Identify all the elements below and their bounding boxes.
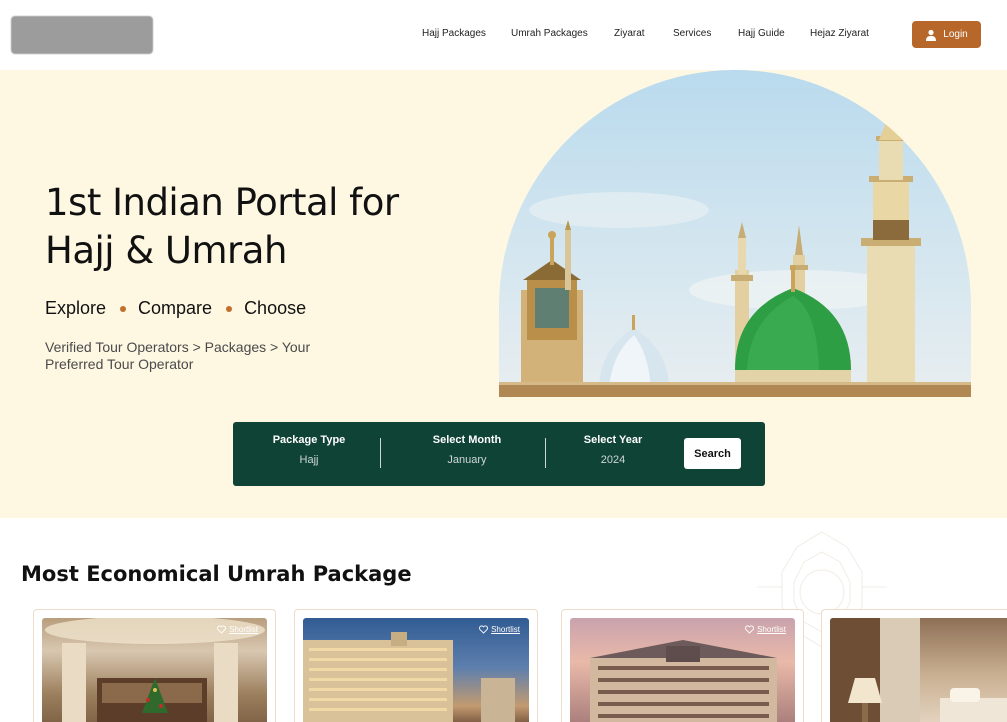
shortlist-label: Shortlist (491, 625, 520, 634)
site-header: Hajj Packages Umrah Packages Ziyarat Ser… (0, 0, 1007, 70)
divider (380, 438, 381, 468)
package-image: Shortlist (42, 618, 267, 722)
package-image: Shortlist (570, 618, 795, 722)
hero-title: 1st Indian Portal for Hajj & Umrah (45, 179, 399, 275)
hero-mosque-image (499, 70, 971, 397)
heart-icon (479, 625, 489, 634)
month-select[interactable]: Select Month January (427, 434, 507, 466)
year-label: Select Year (583, 434, 643, 446)
hero-subline: Verified Tour Operators > Packages > You… (45, 339, 311, 372)
shortlist-label: Shortlist (229, 625, 258, 634)
divider (545, 438, 546, 468)
package-type-value: Hajj (299, 454, 319, 466)
login-button[interactable]: Login (912, 21, 981, 48)
package-type-label: Package Type (272, 434, 346, 446)
package-image (830, 618, 1007, 722)
tagline-explore: Explore (45, 298, 107, 318)
year-value: 2024 (600, 454, 626, 466)
package-card[interactable]: Shortlist (33, 609, 276, 722)
month-label: Select Month (432, 434, 502, 446)
bullet-dot (226, 305, 233, 312)
hero-title-line1: 1st Indian Portal for (45, 181, 399, 224)
hotel-room-image (830, 618, 1007, 722)
nav-ziyarat[interactable]: Ziyarat (614, 28, 645, 39)
package-search-bar: Package Type Hajj Select Month January S… (233, 422, 765, 486)
tagline-choose: Choose (244, 298, 307, 318)
nav-services[interactable]: Services (673, 28, 711, 39)
main-nav: Hajj Packages Umrah Packages Ziyarat Ser… (0, 28, 1007, 42)
nav-umrah-packages[interactable]: Umrah Packages (511, 28, 588, 39)
packages-section-title: Most Economical Umrah Package (21, 562, 412, 586)
package-image: Shortlist (303, 618, 529, 722)
hero-title-line2: Hajj & Umrah (45, 229, 287, 272)
title-prefix: Most (21, 562, 79, 586)
bullet-dot (120, 305, 127, 312)
heart-icon (745, 625, 755, 634)
month-value: January (447, 454, 487, 466)
shortlist-button[interactable]: Shortlist (479, 625, 520, 634)
title-bold: Economical Umrah (86, 562, 306, 586)
hero-section: 1st Indian Portal for Hajj & Umrah Explo… (0, 70, 1007, 518)
shortlist-button[interactable]: Shortlist (745, 625, 786, 634)
nav-hejaz-ziyarat[interactable]: Hejaz Ziyarat (810, 28, 869, 39)
user-icon (926, 29, 937, 41)
search-button[interactable]: Search (684, 438, 741, 469)
mosque-illustration (499, 100, 971, 397)
package-type-select[interactable]: Package Type Hajj (271, 434, 347, 466)
package-card[interactable] (821, 609, 1007, 722)
package-card[interactable]: Shortlist (294, 609, 538, 722)
shortlist-button[interactable]: Shortlist (217, 625, 258, 634)
title-suffix: Package (312, 562, 412, 586)
tagline-compare: Compare (138, 298, 213, 318)
nav-hajj-packages[interactable]: Hajj Packages (422, 28, 486, 39)
shortlist-label: Shortlist (757, 625, 786, 634)
login-label: Login (943, 29, 968, 40)
year-select[interactable]: Select Year 2024 (579, 434, 647, 466)
heart-icon (217, 625, 227, 634)
nav-hajj-guide[interactable]: Hajj Guide (738, 28, 785, 39)
hero-tagline: Explore Compare Choose (45, 298, 306, 319)
package-card[interactable]: Shortlist (561, 609, 804, 722)
